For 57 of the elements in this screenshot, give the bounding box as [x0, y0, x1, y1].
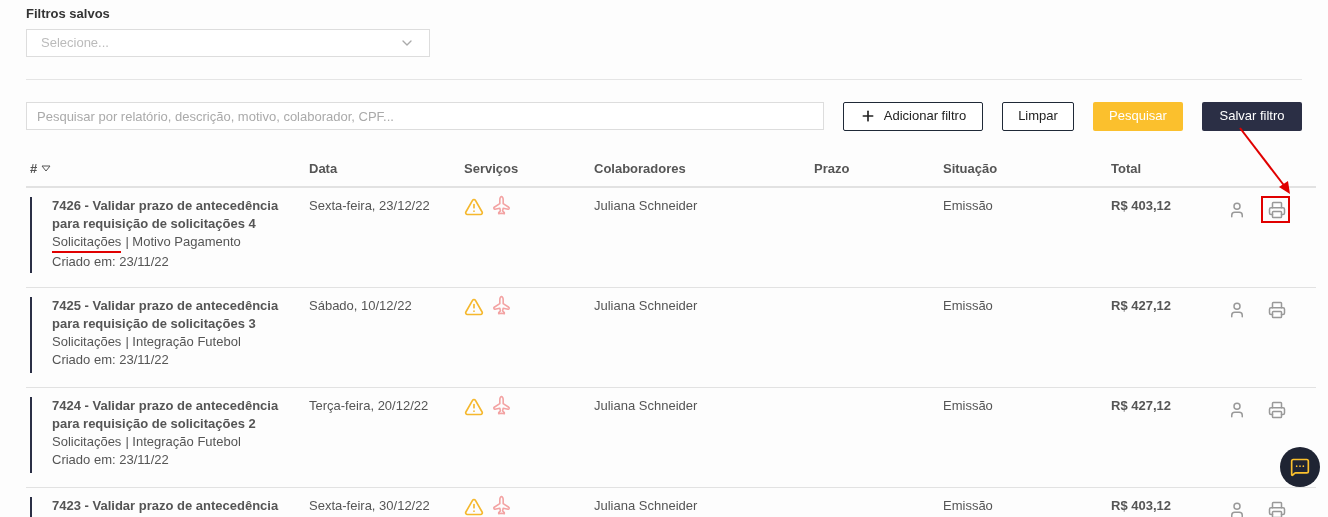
search-field[interactable]: Pesquisar por relatório, descrição, motivo, colaborador, CPF...	[26, 102, 824, 130]
status-text: Emissão	[943, 297, 993, 313]
warning-icon	[464, 396, 484, 417]
total-amount: R$ 427,12	[1111, 297, 1171, 313]
request-title[interactable]: 7424 - Validar prazo de antecedência para requisição de solicitações 2	[52, 396, 302, 433]
user-icon[interactable]	[1228, 300, 1246, 319]
printer-icon[interactable]	[1268, 300, 1286, 319]
category-link[interactable]: Solicitações	[52, 232, 122, 253]
employee-name: Juliana Schneider	[594, 297, 698, 313]
column-header: Situação	[943, 159, 998, 178]
request-title[interactable]: 7425 - Validar prazo de antecedência para requisição de solicitações 3	[52, 296, 302, 333]
employee-name: Juliana Schneider	[594, 497, 698, 513]
category-link[interactable]: Solicitações	[52, 332, 122, 351]
status-text: Emissão	[943, 497, 993, 513]
column-header: Prazo	[814, 159, 850, 178]
category-link[interactable]: Solicitações	[52, 432, 122, 451]
action-button[interactable]: Adicionar filtro	[843, 101, 983, 131]
field-label: Filtros salvos	[26, 5, 111, 23]
warning-icon	[464, 196, 484, 217]
created-date: Criado em: 23/11/22	[52, 350, 170, 369]
status-text: Emissão	[943, 397, 993, 413]
column-header: Serviços	[464, 159, 519, 178]
action-button[interactable]: Limpar	[1002, 101, 1074, 131]
chat-icon	[1290, 457, 1310, 477]
employee-name: Juliana Schneider	[594, 197, 698, 213]
date-text: Terça-feira, 20/12/22	[309, 397, 429, 413]
user-icon[interactable]	[1228, 400, 1246, 419]
user-icon[interactable]	[1228, 500, 1246, 517]
printer-icon[interactable]	[1268, 500, 1286, 517]
sort-icon[interactable]	[41, 165, 52, 172]
column-header: Total	[1111, 159, 1142, 178]
status-text: Emissão	[943, 197, 993, 213]
reason-text: | Integração Futebol	[125, 432, 241, 451]
chat-button[interactable]	[1280, 447, 1320, 487]
highlight-frame	[1261, 195, 1290, 223]
date-text: Sábado, 10/12/22	[309, 297, 412, 313]
printer-icon[interactable]	[1268, 200, 1286, 219]
printer-icon[interactable]	[1268, 400, 1286, 419]
warning-icon	[464, 496, 484, 517]
total-amount: R$ 403,12	[1111, 197, 1171, 213]
total-amount: R$ 427,12	[1111, 397, 1171, 413]
request-title[interactable]: 7426 - Validar prazo de antecedência para requisição de solicitações 4	[52, 196, 302, 233]
action-button[interactable]: Salvar filtro	[1202, 101, 1302, 131]
reason-text: | Motivo Pagamento	[125, 232, 241, 251]
date-text: Sexta-feira, 30/12/22	[309, 497, 430, 513]
date-text: Sexta-feira, 23/12/22	[309, 197, 430, 213]
request-title[interactable]: 7423 - Validar prazo de antecedência	[52, 496, 302, 515]
total-amount: R$ 403,12	[1111, 497, 1171, 513]
created-date: Criado em: 23/11/22	[52, 252, 170, 271]
employee-name: Juliana Schneider	[594, 397, 698, 413]
column-header: Colaboradores	[594, 159, 686, 178]
user-icon[interactable]	[1228, 200, 1246, 219]
column-header: #	[30, 159, 38, 178]
created-date: Criado em: 23/11/22	[52, 450, 170, 469]
column-header: Data	[309, 159, 338, 178]
warning-icon	[464, 296, 484, 317]
reason-text: | Integração Futebol	[125, 332, 241, 351]
